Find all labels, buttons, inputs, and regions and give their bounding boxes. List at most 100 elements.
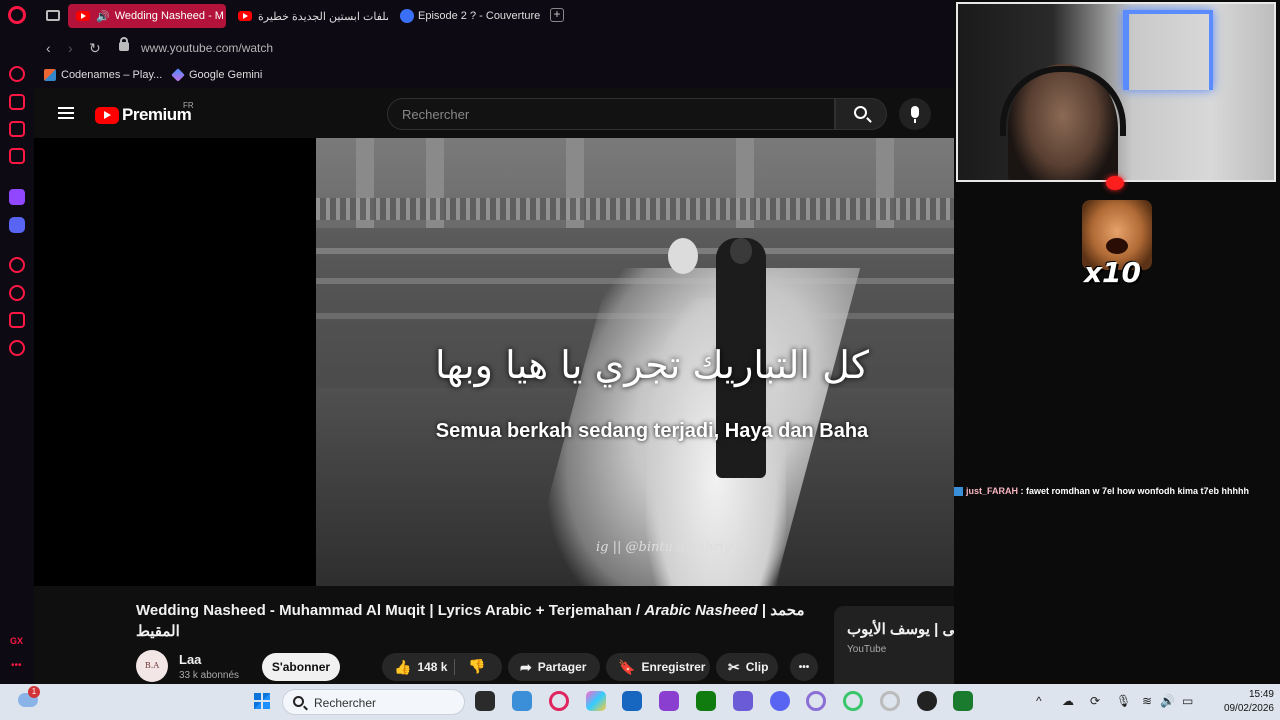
history-icon[interactable] xyxy=(9,285,25,301)
neon-light xyxy=(1123,10,1213,90)
microphone-icon[interactable]: 🎙 xyxy=(1116,694,1131,708)
youtube-logo-text: Premium xyxy=(122,105,192,124)
save-button[interactable]: 🔖 Enregistrer xyxy=(606,653,710,681)
video-info: Wedding Nasheed - Muhammad Al Muqit | Ly… xyxy=(34,586,954,684)
sidebar-more-icon[interactable]: ••• xyxy=(11,660,22,671)
tab-episode-2[interactable]: Episode 2 ? - Couverture p xyxy=(392,4,544,28)
clip-button[interactable]: ✂ Clip xyxy=(716,653,778,681)
tab-wedding-nasheed[interactable]: 🔊 Wedding Nasheed - M xyxy=(68,4,226,28)
share-button[interactable]: ➦ Partager xyxy=(508,653,600,681)
store-app-icon[interactable] xyxy=(622,691,642,711)
battery-icon[interactable]: ▭ xyxy=(1182,694,1193,708)
tab-label: Wedding Nasheed - M xyxy=(114,10,224,22)
messenger-icon[interactable] xyxy=(9,148,25,164)
chevron-up-icon[interactable]: ^ xyxy=(1036,694,1042,708)
tab-bar: 🔊 Wedding Nasheed - M ملفات ابستين الجدي… xyxy=(34,0,954,32)
subscribe-button[interactable]: S'abonner xyxy=(262,653,340,681)
c-favicon-icon xyxy=(400,9,414,23)
search-placeholder: Rechercher xyxy=(402,107,470,122)
clock-date: 09/02/2026 xyxy=(1223,703,1274,714)
terminal-app-icon[interactable] xyxy=(953,691,973,711)
teams-app-icon[interactable] xyxy=(733,691,753,711)
thumbs-down-icon[interactable]: 👎 xyxy=(468,658,485,675)
volume-icon[interactable]: 🔊 xyxy=(1160,694,1175,708)
share-label: Partager xyxy=(537,660,587,674)
opera-green-app-icon[interactable] xyxy=(843,691,863,711)
gx-corner-icon[interactable] xyxy=(9,121,25,137)
browser-sidebar: GX ••• xyxy=(0,0,34,684)
windows-start-icon[interactable] xyxy=(253,692,271,710)
settings-gear-icon[interactable] xyxy=(9,340,25,356)
bookmark-label: Google Gemini xyxy=(189,69,263,81)
url-field[interactable]: www.youtube.com/watch xyxy=(141,41,273,55)
webcam-feed xyxy=(956,2,1276,182)
search-button[interactable] xyxy=(835,98,887,130)
tab-epstein-files[interactable]: ملفات ابستين الجديدة خطيرة! xyxy=(230,4,388,28)
video-title: Wedding Nasheed - Muhammad Al Muqit | Ly… xyxy=(136,600,816,642)
stream-overlay: x10 just_FARAH : fawet romdhan w 7el how… xyxy=(954,0,1280,684)
player-icon[interactable] xyxy=(9,257,25,273)
extensions-puzzle-icon[interactable] xyxy=(9,312,25,328)
balustrade xyxy=(316,198,954,220)
xbox-app-icon[interactable] xyxy=(696,691,716,711)
copilot-app-icon[interactable] xyxy=(586,691,606,711)
codenames-favicon-icon xyxy=(44,69,56,81)
search-icon xyxy=(854,106,867,119)
clock[interactable]: 15:49 09/02/2026 xyxy=(1206,688,1274,716)
cloud-icon[interactable]: ☁ xyxy=(1062,694,1074,708)
channel-name[interactable]: Laa xyxy=(179,652,201,667)
youtube-header: Premium FR Rechercher xyxy=(34,88,954,138)
video-title-main: Wedding Nasheed - Muhammad Al Muqit | Ly… xyxy=(136,602,645,619)
speaker-icon[interactable]: 🔊 xyxy=(96,10,110,23)
opera-gx-app-icon[interactable] xyxy=(549,691,569,711)
lyrics-arabic: كل التباريك تجري يا هيا وبها xyxy=(435,343,869,387)
more-dots-icon: ••• xyxy=(798,661,810,673)
back-arrow-icon[interactable]: ‹ xyxy=(46,40,51,56)
twitch-icon[interactable] xyxy=(9,189,25,205)
scissors-icon: ✂ xyxy=(728,658,740,675)
channel-avatar[interactable]: B.A xyxy=(136,650,168,682)
chat-text: : fawet romdhan w 7el how wonfodh kima t… xyxy=(1018,486,1250,496)
reload-icon[interactable]: ↻ xyxy=(89,40,101,57)
youtube-logo[interactable]: Premium xyxy=(95,105,192,125)
opera-grey-app-icon[interactable] xyxy=(880,691,900,711)
bookmark-gemini[interactable]: Google Gemini xyxy=(171,68,263,82)
video-player[interactable]: كل التباريك تجري يا هيا وبها Semua berka… xyxy=(34,138,954,586)
like-divider xyxy=(454,659,455,675)
voice-search-button[interactable] xyxy=(899,98,931,130)
forward-arrow-icon[interactable]: › xyxy=(68,40,73,56)
opera-app-icon[interactable] xyxy=(806,691,826,711)
windows-taskbar: 1 Rechercher ^ ☁ ⟳ 🎙 ≋ 🔊 ▭ 15:49 09/02/2… xyxy=(0,684,1280,720)
tab-label: Episode 2 ? - Couverture p xyxy=(418,10,544,22)
search-input[interactable]: Rechercher xyxy=(387,98,835,130)
video-title-italic: Arabic Nasheed xyxy=(644,602,758,619)
speed-dial-icon[interactable] xyxy=(9,66,25,82)
tab-label: ملفات ابستين الجديدة خطيرة! xyxy=(258,10,388,23)
extensions-icon[interactable] xyxy=(9,94,25,110)
app-icon[interactable] xyxy=(659,691,679,711)
search-icon xyxy=(293,696,304,707)
video-watermark: ig || @bintu.alqahriy xyxy=(596,540,732,555)
country-code: FR xyxy=(183,101,194,110)
tab-menu-icon[interactable] xyxy=(46,10,60,21)
new-tab-plus-icon[interactable]: + xyxy=(550,8,564,22)
wifi-icon[interactable]: ≋ xyxy=(1142,694,1152,708)
video-frame[interactable]: كل التباريك تجري يا هيا وبها Semua berka… xyxy=(316,138,954,586)
clip-label: Clip xyxy=(745,660,769,674)
photos-app-icon[interactable] xyxy=(512,691,532,711)
taskbar-search-input[interactable]: Rechercher xyxy=(282,689,465,715)
like-button[interactable]: 👍 148 k 👎 xyxy=(382,653,502,681)
lock-icon[interactable] xyxy=(119,37,129,51)
obs-app-icon[interactable] xyxy=(917,691,937,711)
task-view-icon[interactable] xyxy=(475,691,495,711)
discord-icon[interactable] xyxy=(9,217,25,233)
more-actions-button[interactable]: ••• xyxy=(790,653,818,681)
opera-logo-icon[interactable] xyxy=(8,6,26,24)
menu-hamburger-icon[interactable] xyxy=(58,107,74,119)
youtube-play-icon xyxy=(95,106,119,124)
chat-username: just_FARAH xyxy=(966,486,1019,496)
bookmark-codenames[interactable]: Codenames – Play... xyxy=(44,69,162,81)
mix-source: YouTube xyxy=(847,644,887,655)
discord-app-icon[interactable] xyxy=(770,691,790,711)
sync-icon[interactable]: ⟳ xyxy=(1090,694,1100,708)
